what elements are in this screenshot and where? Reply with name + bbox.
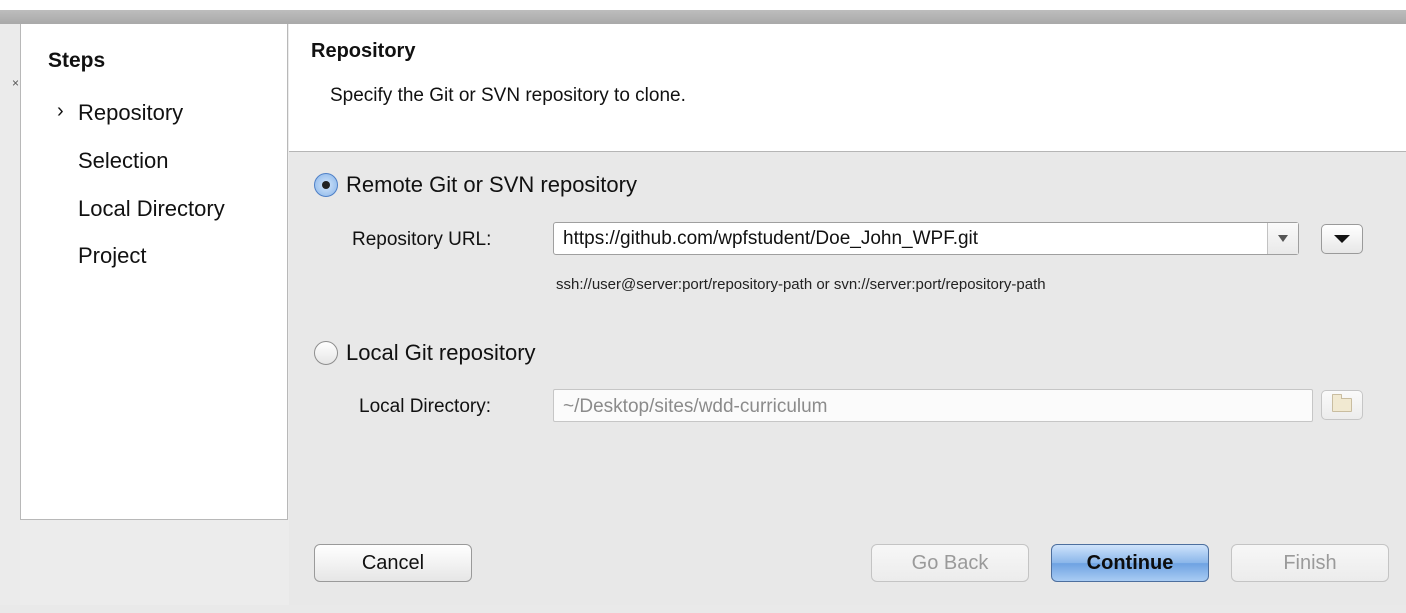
steps-title: Steps <box>48 49 106 72</box>
repository-url-combobox[interactable]: https://github.com/wpfstudent/Doe_John_W… <box>553 222 1299 255</box>
step-project: Project <box>78 243 147 268</box>
local-repo-radio[interactable] <box>314 341 338 365</box>
window-title-border <box>0 10 1406 24</box>
background-window-edge: × <box>0 24 20 605</box>
chevron-down-icon <box>1278 235 1288 242</box>
local-directory-label: Local Directory: <box>359 396 491 417</box>
url-history-dropdown-button[interactable] <box>1267 223 1298 254</box>
local-repo-radio-label[interactable]: Local Git repository <box>346 340 536 366</box>
dropdown-arrow-icon <box>1334 235 1350 243</box>
page-title: Repository <box>311 40 416 62</box>
folder-icon <box>1332 394 1352 412</box>
url-format-hint: ssh://user@server:port/repository-path o… <box>556 276 1046 293</box>
url-options-menu-button[interactable] <box>1321 224 1363 254</box>
top-strip <box>0 0 1406 10</box>
radio-selected-dot-icon <box>322 181 330 189</box>
step-local-directory: Local Directory <box>78 196 225 221</box>
local-directory-value: ~/Desktop/sites/wdd-curriculum <box>563 396 828 417</box>
browse-folder-button <box>1321 390 1363 420</box>
step-repository: Repository <box>78 100 184 125</box>
clone-dialog: Steps › Repository Selection Local Direc… <box>20 24 1406 605</box>
local-directory-field: ~/Desktop/sites/wdd-curriculum <box>553 389 1313 422</box>
steps-sidebar: Steps › Repository Selection Local Direc… <box>20 24 288 520</box>
current-step-chevron-icon: › <box>57 100 64 122</box>
repository-options: Remote Git or SVN repository Repository … <box>289 152 1406 605</box>
go-back-button: Go Back <box>871 544 1029 582</box>
page-description: Specify the Git or SVN repository to clo… <box>330 85 686 106</box>
finish-button: Finish <box>1231 544 1389 582</box>
remote-repo-radio[interactable] <box>314 173 338 197</box>
step-selection: Selection <box>78 148 169 173</box>
page-header: Repository Specify the Git or SVN reposi… <box>289 24 1406 152</box>
repository-url-label: Repository URL: <box>352 229 492 250</box>
continue-button[interactable]: Continue <box>1051 544 1209 582</box>
repository-url-value: https://github.com/wpfstudent/Doe_John_W… <box>563 228 979 249</box>
cancel-button[interactable]: Cancel <box>314 544 472 582</box>
close-icon: × <box>12 76 20 90</box>
remote-repo-radio-label[interactable]: Remote Git or SVN repository <box>346 172 637 198</box>
bottom-edge <box>0 605 1406 613</box>
